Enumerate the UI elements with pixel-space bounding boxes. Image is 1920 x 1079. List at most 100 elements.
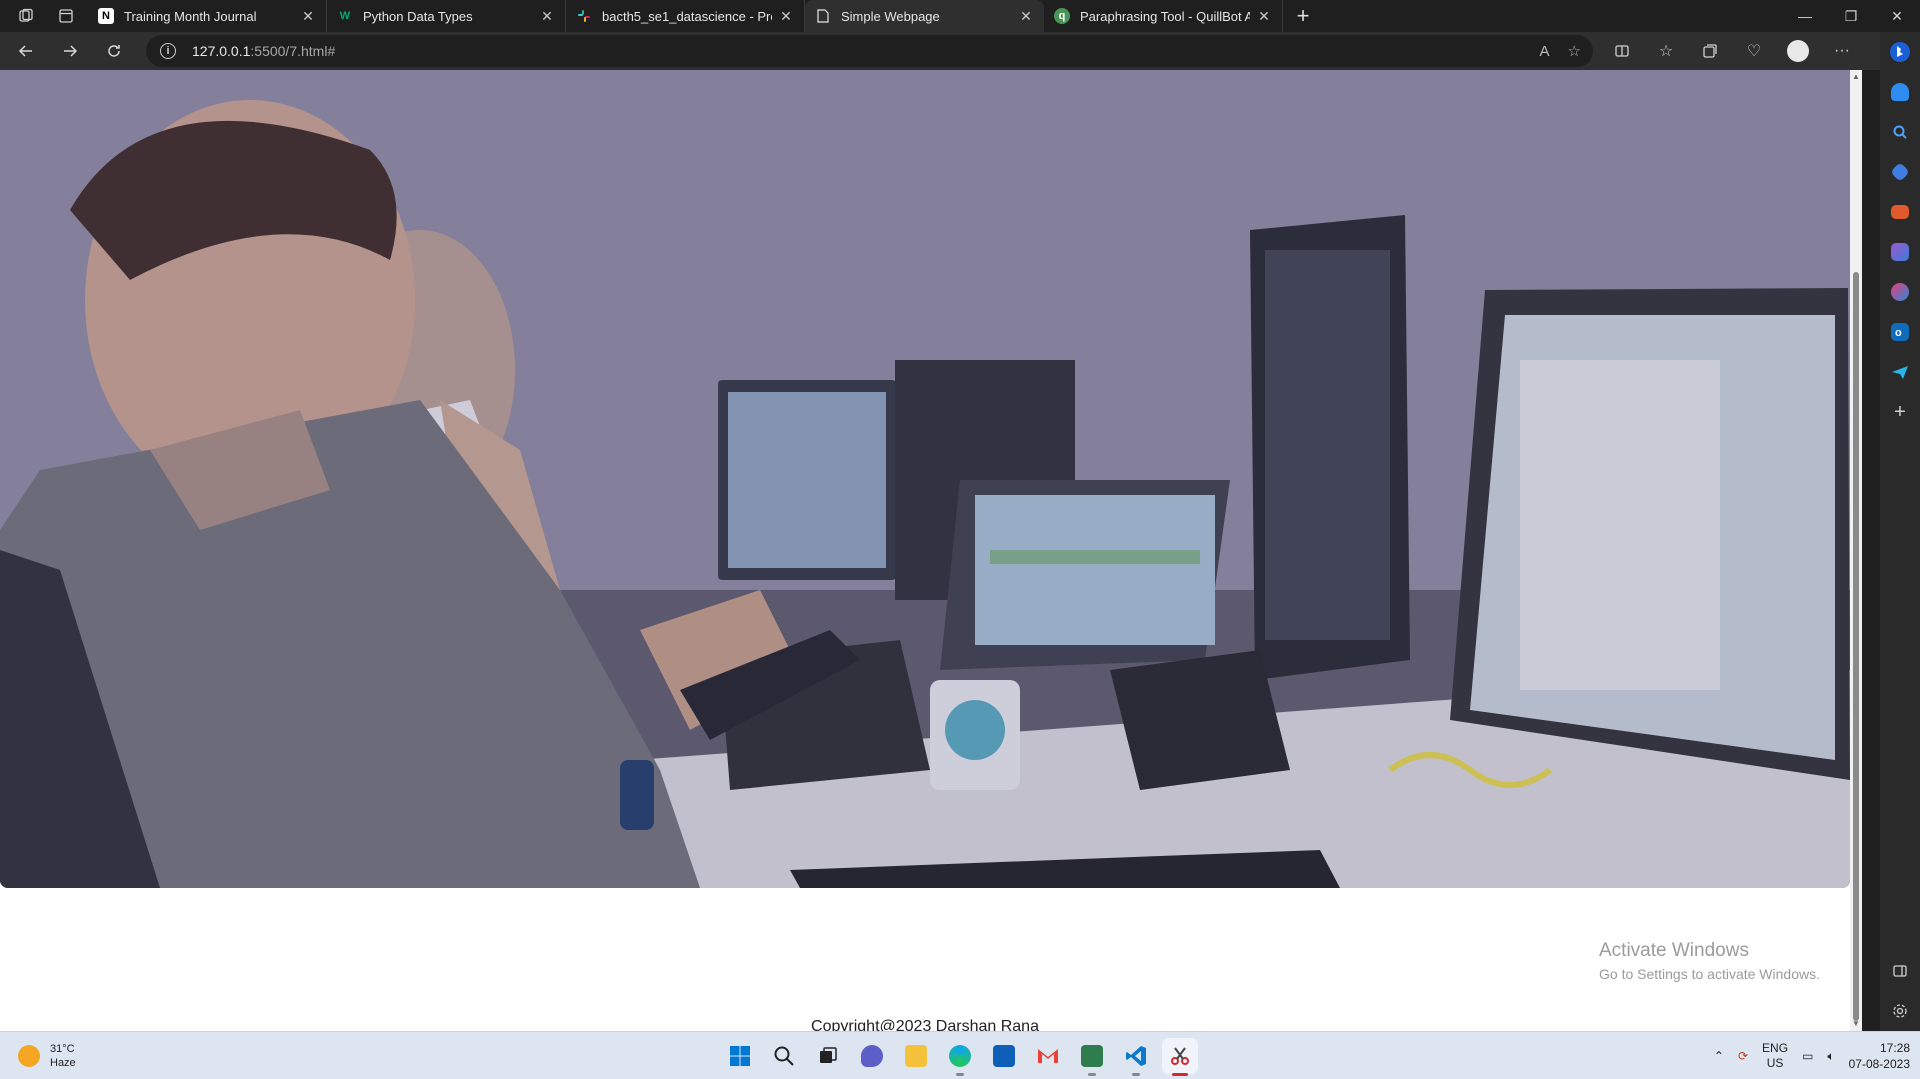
tab-slack[interactable]: bacth5_se1_datascience - Proma ✕	[566, 0, 805, 32]
games-icon[interactable]	[1880, 232, 1920, 272]
task-view-button[interactable]	[810, 1038, 846, 1074]
office-photo	[0, 70, 1850, 888]
notification-icon[interactable]	[1880, 72, 1920, 112]
scrollbar-thumb[interactable]	[1853, 272, 1859, 1021]
page-viewport: Copyright@2023 Darshan Rana Activate Win…	[0, 70, 1862, 1031]
volume-icon[interactable]: 🔈︎	[1827, 1049, 1834, 1064]
refresh-button[interactable]	[96, 35, 132, 67]
more-options-icon[interactable]: ···	[1820, 35, 1864, 67]
weather-condition: Haze	[50, 1057, 76, 1069]
language-code: ENG	[1762, 1041, 1789, 1055]
forward-button[interactable]	[52, 35, 88, 67]
weather-temp: 31°C	[50, 1043, 75, 1055]
page-footer: Copyright@2023 Darshan Rana	[0, 888, 1850, 1031]
tab-training-month-journal[interactable]: N Training Month Journal ✕	[88, 0, 327, 32]
shopping-tag-icon[interactable]	[1880, 152, 1920, 192]
new-tab-button[interactable]: +	[1287, 0, 1319, 32]
language-indicator[interactable]: ENG US	[1762, 1041, 1788, 1071]
snipping-tool-icon	[1171, 1047, 1189, 1065]
scroll-down-arrow-icon[interactable]: ▼	[1851, 1019, 1861, 1029]
url-text[interactable]: 127.0.0.1:5500/7.html#	[192, 43, 335, 59]
teams-chat-button[interactable]	[854, 1038, 890, 1074]
language-region: US	[1766, 1056, 1784, 1070]
hide-sidebar-icon[interactable]	[1880, 951, 1920, 991]
tab-simple-webpage[interactable]: Simple Webpage ✕	[805, 0, 1044, 32]
svg-text:o: o	[1895, 327, 1902, 339]
gmail-button[interactable]	[1030, 1038, 1066, 1074]
edge-button[interactable]	[942, 1038, 978, 1076]
arrow-right-icon	[64, 45, 78, 57]
windows-logo-icon	[730, 1046, 750, 1066]
hazy-sun-icon	[18, 1045, 40, 1067]
favorite-star-icon[interactable]: ☆	[1568, 42, 1581, 60]
tab-quillbot[interactable]: q Paraphrasing Tool - QuillBot AI ✕	[1044, 0, 1283, 32]
window-controls: — ❐ ✕	[1782, 0, 1920, 32]
snipping-tool-button[interactable]	[1162, 1038, 1198, 1076]
tab-label: Paraphrasing Tool - QuillBot AI	[1080, 8, 1250, 24]
close-icon[interactable]: ✕	[778, 8, 794, 24]
minimize-icon[interactable]: —	[1782, 0, 1828, 32]
read-aloud-icon[interactable]: A	[1540, 43, 1550, 60]
close-icon[interactable]: ✕	[1256, 8, 1272, 24]
folder-icon	[905, 1045, 927, 1067]
split-screen-icon[interactable]	[1600, 35, 1644, 67]
drop-icon[interactable]	[1880, 352, 1920, 392]
back-button[interactable]	[8, 35, 44, 67]
clock-date: 07-08-2023	[1848, 1057, 1910, 1071]
refresh-icon	[108, 45, 120, 57]
sync-alert-icon[interactable]: ⟳	[1738, 1049, 1748, 1063]
clock[interactable]: 17:28 07-08-2023	[1849, 1040, 1910, 1072]
address-bar[interactable]: i 127.0.0.1:5500/7.html# A ☆	[146, 35, 1593, 67]
edge-icon	[949, 1045, 971, 1067]
system-tray: ⌃ ⟳ ENG US ▭ 🔈︎ 17:28 07-08-2023	[1714, 1038, 1910, 1074]
store-icon	[993, 1045, 1015, 1067]
profile-avatar[interactable]	[1787, 40, 1809, 62]
store-button[interactable]	[986, 1038, 1022, 1074]
url-path: :5500/7.html#	[250, 43, 336, 59]
tab-label: Simple Webpage	[841, 8, 940, 24]
teams-chat-icon	[861, 1045, 883, 1067]
favorites-icon[interactable]: ☆	[1644, 35, 1688, 67]
network-icon[interactable]: ▭	[1802, 1049, 1813, 1063]
activate-windows-watermark: Activate Windows Go to Settings to activ…	[1599, 940, 1820, 982]
restore-icon[interactable]: ❐	[1828, 0, 1874, 32]
scroll-up-arrow-icon[interactable]: ▲	[1851, 72, 1861, 82]
start-button[interactable]	[722, 1038, 758, 1074]
vscode-icon	[1126, 1046, 1146, 1066]
close-icon[interactable]: ✕	[1018, 8, 1034, 24]
w3schools-icon: W	[339, 10, 351, 22]
browser-toolbar: ☆ ♡ ···	[1600, 32, 1864, 70]
add-sidebar-app-icon[interactable]: +	[1880, 392, 1920, 432]
weather-widget[interactable]: 31°C Haze	[18, 1042, 76, 1070]
tools-icon[interactable]	[1880, 192, 1920, 232]
close-icon[interactable]: ✕	[539, 8, 555, 24]
microsoft-365-icon[interactable]	[1880, 272, 1920, 312]
sublime-app-button[interactable]	[1074, 1038, 1110, 1076]
close-icon[interactable]: ✕	[300, 8, 316, 24]
page-scrollbar[interactable]: ▲ ▼	[1850, 70, 1862, 1031]
settings-gear-icon[interactable]	[1880, 991, 1920, 1031]
hero-image	[0, 70, 1850, 888]
collections-icon[interactable]	[1688, 35, 1732, 67]
site-info-icon[interactable]: i	[160, 43, 176, 59]
file-explorer-button[interactable]	[898, 1038, 934, 1074]
taskbar-search-button[interactable]	[766, 1038, 802, 1074]
outlook-icon[interactable]: o	[1880, 312, 1920, 352]
search-icon[interactable]	[1880, 112, 1920, 152]
tab-actions-icon[interactable]	[52, 2, 80, 30]
slack-icon	[576, 8, 592, 24]
arrow-left-icon	[18, 45, 32, 57]
clock-time: 17:28	[1879, 1041, 1910, 1055]
tab-label: Python Data Types	[363, 8, 473, 24]
windows-taskbar: 31°C Haze ⌃ ⟳ ENG US ▭ 🔈︎ 17:28 07-08-20…	[0, 1031, 1920, 1079]
close-window-icon[interactable]: ✕	[1874, 0, 1920, 32]
activate-subtitle: Go to Settings to activate Windows.	[1599, 966, 1820, 982]
workspaces-icon[interactable]	[12, 2, 40, 30]
tab-python-data-types[interactable]: W Python Data Types ✕	[327, 0, 566, 32]
copyright-text: Copyright@2023 Darshan Rana	[811, 1018, 1039, 1031]
gmail-icon	[1038, 1049, 1058, 1063]
show-hidden-icons-icon[interactable]: ⌃	[1714, 1049, 1724, 1063]
bing-copilot-icon[interactable]	[1880, 32, 1920, 72]
browser-essentials-icon[interactable]: ♡	[1732, 35, 1776, 67]
vscode-button[interactable]	[1118, 1038, 1154, 1076]
